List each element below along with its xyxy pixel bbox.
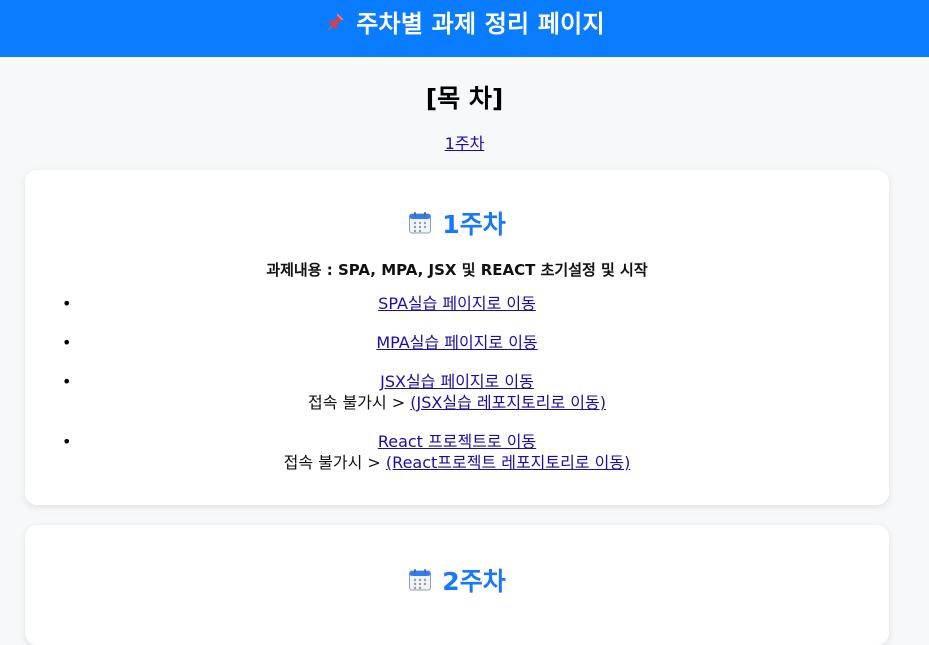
pushpin-icon	[324, 11, 346, 33]
week-card-2: 2주차	[25, 525, 889, 645]
task-item-mpa: MPA실습 페이지로 이동	[25, 332, 889, 353]
toc-link-week-1[interactable]: 1주차	[445, 134, 485, 153]
calendar-icon	[408, 568, 432, 592]
task-item-react: React 프로젝트로 이동 접속 불가시 > (React프로젝트 레포지토리…	[25, 431, 889, 473]
react-project-link[interactable]: React 프로젝트로 이동	[378, 432, 536, 451]
week-1-title: 1주차	[25, 205, 889, 241]
week-1-description: 과제내용 : SPA, MPA, JSX 및 REACT 초기설정 및 시작	[266, 261, 648, 279]
week-1-title-text: 1주차	[442, 210, 506, 239]
page-title: 주차별 과제 정리 페이지	[356, 10, 605, 38]
task-item-spa: SPA실습 페이지로 이동	[25, 293, 889, 314]
toc-links: 1주차	[0, 130, 929, 154]
week-1-task-list: SPA실습 페이지로 이동 MPA실습 페이지로 이동 JSX실습 페이지로 이…	[25, 293, 889, 491]
week-card-1: 1주차 과제내용 : SPA, MPA, JSX 및 REACT 초기설정 및 …	[25, 170, 889, 505]
react-repository-link[interactable]: (React프로젝트 레포지토리로 이동)	[386, 453, 630, 472]
page-header: 주차별 과제 정리 페이지	[0, 0, 929, 57]
header-title-wrap: 주차별 과제 정리 페이지	[324, 4, 605, 39]
react-fallback-line: 접속 불가시 > (React프로젝트 레포지토리로 이동)	[25, 452, 889, 473]
mpa-practice-link[interactable]: MPA실습 페이지로 이동	[376, 333, 537, 352]
toc-title: [목 차]	[425, 84, 504, 113]
jsx-repository-link[interactable]: (JSX실습 레포지토리로 이동)	[410, 393, 606, 412]
react-fallback-text: 접속 불가시 >	[283, 453, 386, 472]
week-2-title-text: 2주차	[442, 567, 506, 596]
calendar-icon	[408, 211, 432, 235]
jsx-fallback-line: 접속 불가시 > (JSX실습 레포지토리로 이동)	[25, 392, 889, 413]
week-2-title: 2주차	[25, 562, 889, 598]
spa-practice-link[interactable]: SPA실습 페이지로 이동	[378, 294, 536, 313]
jsx-practice-link[interactable]: JSX실습 페이지로 이동	[380, 372, 534, 391]
jsx-fallback-text: 접속 불가시 >	[308, 393, 411, 412]
task-item-jsx: JSX실습 페이지로 이동 접속 불가시 > (JSX실습 레포지토리로 이동)	[25, 371, 889, 413]
